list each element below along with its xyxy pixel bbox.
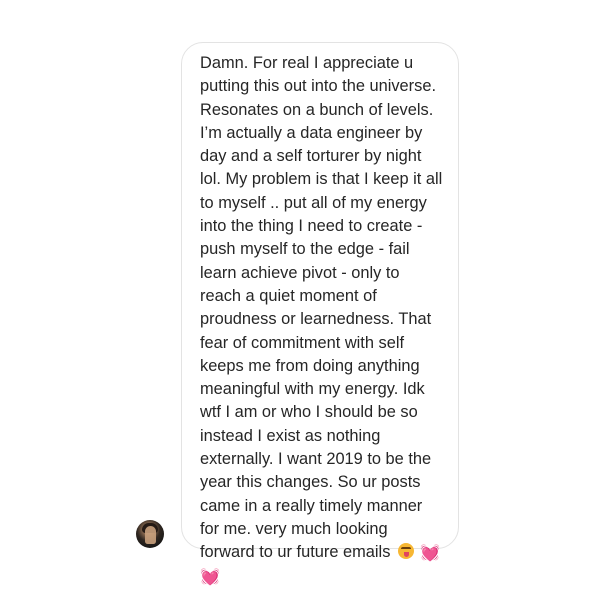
message-text-line-with-emojis: forward to ur future emails 💓 <box>200 541 448 564</box>
message-text-line: day and a self torturer by night <box>200 147 422 166</box>
avatar-person-detail <box>145 526 156 544</box>
message-text-line: putting this out into the universe. <box>200 77 436 96</box>
message-text-line: Damn. For real I appreciate u <box>200 54 414 72</box>
sender-avatar[interactable] <box>136 520 164 548</box>
message-text-line: came in a really timely manner <box>200 496 423 515</box>
squinting-face-with-tongue-icon <box>398 543 415 560</box>
message-thread: Damn. For real I appreciate u putting th… <box>0 0 600 600</box>
message-text-line: fear of commitment with self <box>200 333 405 352</box>
beating-heart-icon: 💓 <box>200 568 220 586</box>
message-text-line: push myself to the edge - fail <box>200 240 410 259</box>
message-text-line: wtf I am or who I should be so <box>200 403 418 422</box>
message-text-line: reach a quiet moment of <box>200 286 377 305</box>
beating-heart-icon: 💓 <box>420 545 441 563</box>
message-text-segment: forward to ur future emails <box>200 543 391 562</box>
message-text-line: proudness or learnedness. That <box>200 310 432 329</box>
message-text-line: meaningful with my energy. Idk <box>200 380 425 399</box>
message-text-line: externally. I want 2019 to be the <box>200 450 432 469</box>
message-text-line: for me. very much looking <box>200 519 388 538</box>
message-text-line: Resonates on a bunch of levels. <box>200 100 434 119</box>
incoming-message-bubble[interactable]: Damn. For real I appreciate u putting th… <box>181 42 459 585</box>
message-text-line: lol. My problem is that I keep it all <box>200 170 443 189</box>
message-text-line: to myself .. put all of my energy <box>200 193 427 212</box>
message-text-line: into the thing I need to create - <box>200 217 423 236</box>
message-text-line: instead I exist as nothing <box>200 426 381 445</box>
message-text-line: year this changes. So ur posts <box>200 473 421 492</box>
message-emoji-line: 💓 <box>200 565 448 588</box>
message-text-line: I’m actually a data engineer by <box>200 123 423 142</box>
message-text-line: learn achieve pivot - only to <box>200 263 400 282</box>
message-text-line: keeps me from doing anything <box>200 356 420 375</box>
